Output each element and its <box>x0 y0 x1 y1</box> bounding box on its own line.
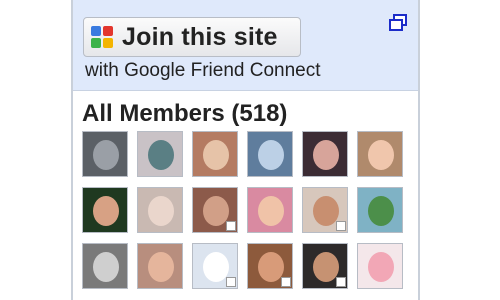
friend-connect-subtitle: with Google Friend Connect <box>85 60 321 81</box>
member-avatar[interactable] <box>82 243 128 289</box>
google-badge-icon <box>281 277 291 287</box>
popout-window-icon[interactable] <box>388 14 408 32</box>
member-avatar[interactable] <box>82 131 128 177</box>
member-avatar-grid <box>82 131 403 289</box>
join-button-label: Join this site <box>122 22 278 51</box>
member-avatar[interactable] <box>247 131 293 177</box>
avatar-photo <box>148 252 174 282</box>
avatar-photo <box>368 252 394 282</box>
member-avatar[interactable] <box>137 187 183 233</box>
friend-connect-widget: Join this site with Google Friend Connec… <box>71 0 420 300</box>
member-avatar[interactable] <box>357 243 403 289</box>
member-avatar[interactable] <box>192 243 238 289</box>
join-site-button[interactable]: Join this site <box>83 17 301 57</box>
join-header: Join this site with Google Friend Connec… <box>73 0 418 91</box>
avatar-photo <box>258 140 284 170</box>
member-avatar[interactable] <box>357 187 403 233</box>
avatar-photo <box>368 140 394 170</box>
avatar-photo <box>93 196 119 226</box>
avatar-photo <box>93 252 119 282</box>
member-avatar[interactable] <box>302 243 348 289</box>
member-avatar[interactable] <box>247 187 293 233</box>
member-avatar[interactable] <box>247 243 293 289</box>
member-avatar[interactable] <box>302 131 348 177</box>
avatar-photo <box>148 196 174 226</box>
member-avatar[interactable] <box>302 187 348 233</box>
member-avatar[interactable] <box>137 243 183 289</box>
avatar-photo <box>203 140 229 170</box>
google-badge-icon <box>336 221 346 231</box>
member-avatar[interactable] <box>82 187 128 233</box>
google-friend-connect-logo-icon <box>91 26 113 48</box>
google-badge-icon <box>336 277 346 287</box>
google-badge-icon <box>226 277 236 287</box>
avatar-photo <box>258 196 284 226</box>
member-avatar[interactable] <box>192 131 238 177</box>
avatar-photo <box>93 140 119 170</box>
avatar-photo <box>368 196 394 226</box>
all-members-heading: All Members (518) <box>82 100 288 127</box>
member-avatar[interactable] <box>137 131 183 177</box>
member-avatar[interactable] <box>192 187 238 233</box>
avatar-photo <box>313 140 339 170</box>
avatar-photo <box>148 140 174 170</box>
google-badge-icon <box>226 221 236 231</box>
member-avatar[interactable] <box>357 131 403 177</box>
